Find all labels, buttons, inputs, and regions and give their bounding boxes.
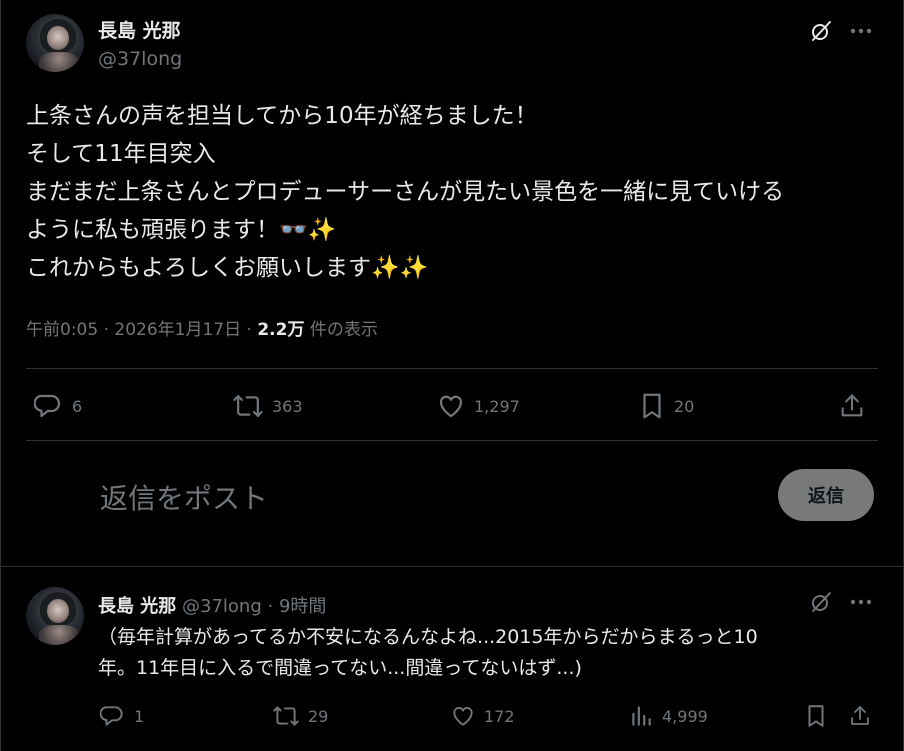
- reply-button[interactable]: 1: [100, 703, 144, 729]
- post-meta: 午前0:05 · 2026年1月17日 · 2.2万 件の表示: [26, 315, 378, 340]
- views-count: 4,999: [662, 706, 708, 726]
- divider: [26, 440, 878, 441]
- post-text-line: まだまだ上条さんとプロデューサーさんが見たい景色を一緒に見ていける: [26, 179, 785, 205]
- bookmark-icon: [808, 705, 824, 727]
- like-icon: [439, 395, 463, 418]
- reply-count: 6: [72, 396, 83, 416]
- like-icon: [453, 707, 473, 726]
- repost-count: 363: [272, 396, 303, 416]
- post-time[interactable]: 9時間: [279, 596, 326, 617]
- like-count: 172: [484, 706, 515, 726]
- share-button[interactable]: [848, 703, 872, 729]
- post-text-line: 上条さんの声を担当してから10年が経ちました！: [26, 103, 538, 129]
- repost-icon: [233, 395, 263, 417]
- meta-separator: ·: [246, 320, 252, 340]
- post-text-line: これからもよろしくお願いします✨✨: [26, 255, 429, 281]
- more-icon[interactable]: [846, 587, 876, 617]
- post-date[interactable]: 2026年1月17日: [114, 320, 241, 340]
- grok-icon[interactable]: [806, 587, 836, 617]
- reply-count: 1: [134, 706, 145, 726]
- avatar[interactable]: [26, 587, 84, 645]
- reply-text-line: 年。11年目に入るで間違ってない...間違ってないはず...): [98, 657, 582, 679]
- meta-separator: ·: [103, 320, 109, 340]
- reply-composer-input[interactable]: 返信をポスト: [100, 477, 268, 517]
- section-divider: [0, 566, 904, 567]
- author-name[interactable]: 長島 光那: [98, 596, 176, 617]
- views-icon: [632, 706, 651, 726]
- post-text-line: そして11年目突入: [26, 141, 216, 167]
- author-handle[interactable]: @37long: [98, 48, 182, 70]
- repost-button[interactable]: 29: [272, 703, 328, 729]
- post-time[interactable]: 午前0:05: [26, 320, 98, 340]
- views-count[interactable]: 2.2万: [257, 320, 304, 340]
- divider: [26, 368, 878, 369]
- bookmark-icon: [643, 393, 661, 419]
- bookmark-button[interactable]: [804, 703, 828, 729]
- reply-submit-button[interactable]: 返信: [778, 469, 874, 521]
- author-name[interactable]: 長島 光那: [98, 16, 181, 43]
- reply-icon: [100, 706, 123, 726]
- meta-separator: ·: [267, 596, 274, 617]
- avatar[interactable]: [26, 14, 84, 72]
- like-button[interactable]: 1,297: [436, 391, 520, 421]
- bookmark-button[interactable]: 20: [638, 391, 694, 421]
- reply-header: 長島 光那 @37long · 9時間: [98, 592, 326, 618]
- reply-button[interactable]: 6: [34, 391, 82, 421]
- author-handle[interactable]: @37long: [182, 596, 262, 617]
- post-text-line: ように私も頑張ります！👓✨: [26, 217, 337, 243]
- like-button[interactable]: 172: [450, 703, 515, 729]
- repost-count: 29: [308, 706, 329, 726]
- share-icon: [851, 706, 869, 725]
- views-label: 件の表示: [309, 320, 378, 340]
- like-count: 1,297: [474, 396, 520, 416]
- more-icon[interactable]: [846, 16, 876, 46]
- repost-icon: [273, 706, 299, 726]
- repost-button[interactable]: 363: [232, 391, 303, 421]
- views-button[interactable]: 4,999: [628, 703, 708, 729]
- bookmark-count: 20: [674, 396, 695, 416]
- reply-text-line: （毎年計算があってるか不安になるんなよね...2015年からだからまるっと10: [98, 626, 758, 648]
- share-button[interactable]: [838, 391, 866, 421]
- reply-icon: [34, 394, 61, 418]
- share-icon: [841, 394, 863, 417]
- grok-icon[interactable]: [806, 16, 836, 46]
